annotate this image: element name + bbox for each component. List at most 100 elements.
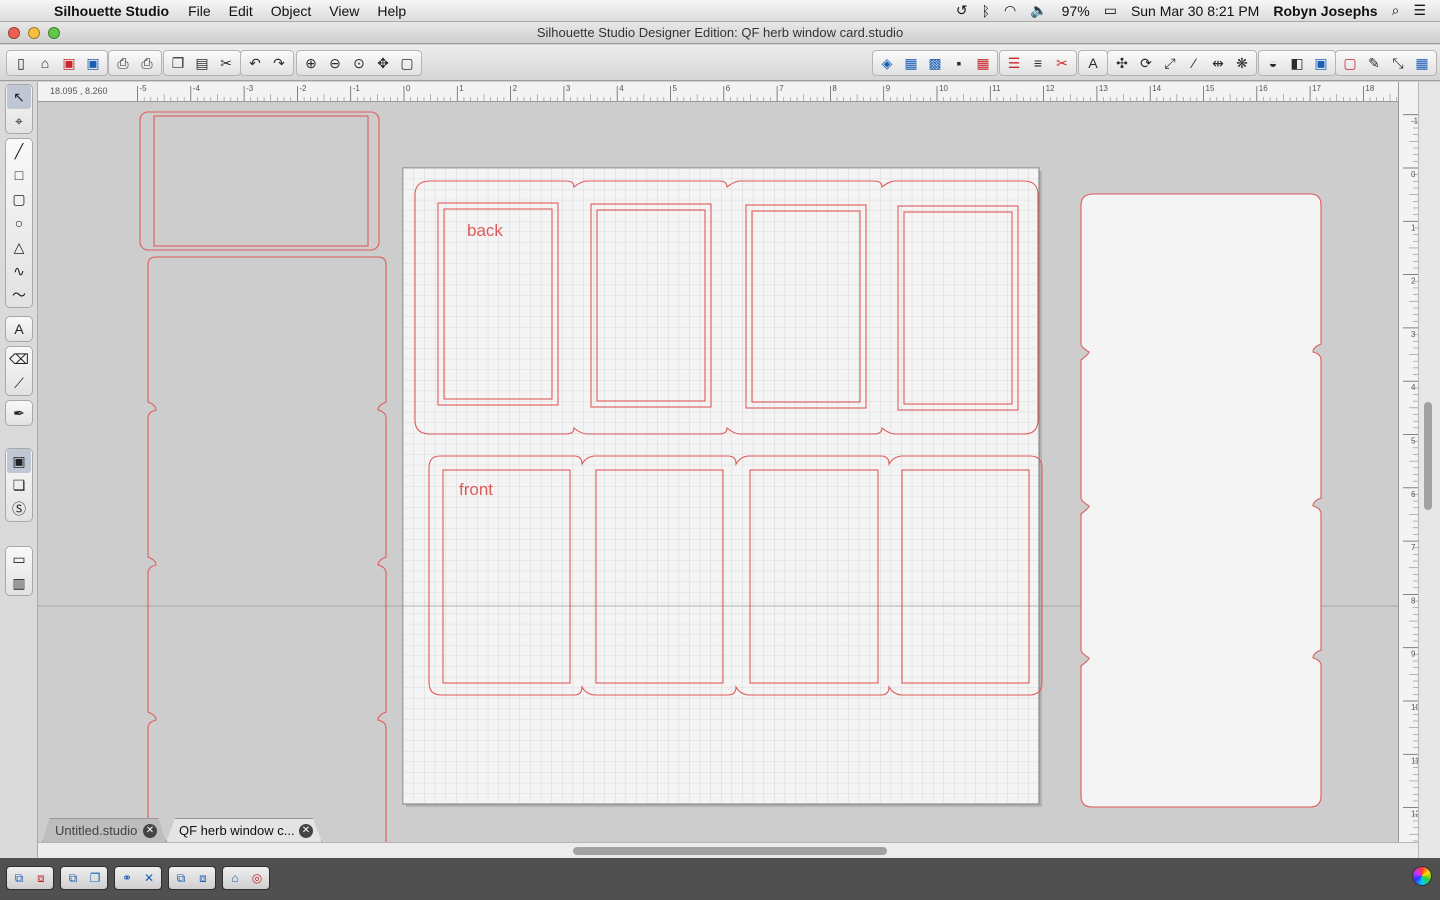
select-arrow-icon[interactable]: ↖ [7,85,31,109]
zoom-out-icon[interactable]: ⊖ [324,52,346,74]
sketch-icon[interactable]: ✎ [1363,52,1385,74]
close-tab-icon[interactable]: ✕ [299,823,313,838]
user-name[interactable]: Robyn Josephs [1273,3,1377,19]
fill-pattern-icon[interactable]: ▩ [924,52,946,74]
bluetooth-icon[interactable]: ᛒ [982,3,990,19]
make-compound-path-icon[interactable]: ⧉ [63,868,83,888]
zoom-in-icon[interactable]: ⊕ [300,52,322,74]
rounded-rectangle-tool-icon[interactable]: ▢ [7,187,31,211]
top-ruler[interactable]: -5 -4 -3 -2 -1 0 1 2 3 4 5 6 7 8 9 10 11 12 13 14 15 16 17 18 [38,82,1398,102]
paste-icon[interactable]: ▤ [191,52,213,74]
horizontal-scroll-thumb[interactable] [573,847,887,855]
tab-untitled[interactable]: Untitled.studio ✕ [42,818,166,842]
shear-icon[interactable]: ⁄ [1183,52,1205,74]
image-icon[interactable]: ▪ [948,52,970,74]
edit-points-icon[interactable]: ⌖ [7,109,31,133]
delete-icon[interactable]: ✕ [139,868,159,888]
menu-file[interactable]: File [179,3,220,19]
scale-icon[interactable]: ⤢ [1159,52,1181,74]
release-compound-path-icon[interactable]: ❐ [85,868,105,888]
line-style-icon[interactable]: ☰ [1003,52,1025,74]
online-store-icon[interactable]: Ⓢ [7,497,31,521]
vertical-scrollbar[interactable] [1418,82,1440,858]
align-icon[interactable]: ✣ [1111,52,1133,74]
volume-icon[interactable]: 🔈 [1030,2,1047,19]
bring-to-front-icon[interactable]: ⧉ [171,868,191,888]
send-to-silhouette-icon[interactable]: ⌂ [225,868,245,888]
print-to-cutter-icon[interactable]: ⎙ [136,52,158,74]
cut-style-icon[interactable]: ✂ [1051,52,1073,74]
offset-icon[interactable]: ◧ [1286,52,1308,74]
fit-to-page-icon[interactable]: ▢ [396,52,418,74]
right-card-parts[interactable] [1080,193,1322,808]
clock[interactable]: Sun Mar 30 8:21 PM [1131,3,1259,19]
polygon-tool-icon[interactable]: △ [7,235,31,259]
save-icon[interactable]: ▣ [58,52,80,74]
mirror-icon[interactable]: ⇹ [1207,52,1229,74]
eyedropper-tool-icon[interactable]: ✒ [7,401,31,425]
menu-help[interactable]: Help [368,3,415,19]
grid-icon[interactable]: ▦ [1411,52,1433,74]
wifi-icon[interactable]: ◠ [1004,2,1016,19]
line-thickness-icon[interactable]: ≡ [1027,52,1049,74]
group-icon[interactable]: ⧉ [9,868,29,888]
left-top-frame-outer[interactable] [139,111,380,251]
save-to-library-icon[interactable]: ▣ [82,52,104,74]
rectangle-tool-icon[interactable]: □ [7,163,31,187]
rotate-icon[interactable]: ⟳ [1135,52,1157,74]
trace-icon[interactable]: ▣ [1310,52,1332,74]
left-card-parts[interactable] [139,111,387,842]
redo-icon[interactable]: ↷ [268,52,290,74]
zoom-selected-icon[interactable]: ⊙ [348,52,370,74]
time-machine-icon[interactable]: ↺ [956,2,968,19]
battery-percent[interactable]: 97% [1062,3,1090,19]
right-card-outline[interactable] [1080,193,1322,808]
color-wheel-icon[interactable] [1412,866,1432,886]
ellipse-tool-icon[interactable]: ○ [7,211,31,235]
canvas-artwork[interactable]: back front [38,102,1398,842]
design-view-icon[interactable]: ▣ [7,449,31,473]
copy-icon[interactable]: ❐ [167,52,189,74]
new-document-icon[interactable]: ▯ [10,52,32,74]
front-label[interactable]: front [459,480,493,499]
side-ruler[interactable]: -10123456789101112 [1398,82,1418,842]
open-folder-icon[interactable]: ⌂ [34,52,56,74]
left-panel-outline[interactable] [147,256,387,842]
library-icon[interactable]: ❏ [7,473,31,497]
page-setup-icon[interactable]: ▢ [1339,52,1361,74]
design-canvas[interactable]: back front [38,102,1398,842]
vertical-scroll-thumb[interactable] [1424,402,1432,510]
send-to-back-icon[interactable]: ⧈ [193,868,213,888]
tab-qf-herb-window-card[interactable]: QF herb window c... ✕ [166,818,322,842]
knife-tool-icon[interactable]: ⟋ [7,371,31,395]
line-color-icon[interactable]: ▦ [972,52,994,74]
menu-edit[interactable]: Edit [220,3,262,19]
spotlight-search-icon[interactable]: ⌕ [1392,2,1400,19]
app-menu[interactable]: Silhouette Studio [50,3,179,19]
freehand-tool-icon[interactable]: 〜 [7,283,31,307]
fill-gradient-icon[interactable]: ▦ [900,52,922,74]
split-pane-icon[interactable]: ▥ [7,571,31,595]
cut-settings-icon[interactable]: ◎ [247,868,267,888]
ungroup-icon[interactable]: ⧈ [31,868,51,888]
close-tab-icon[interactable]: ✕ [143,823,157,838]
cut-icon[interactable]: ✂ [215,52,237,74]
fullscreen-icon[interactable]: ⤡ [1387,52,1409,74]
curve-tool-icon[interactable]: ∿ [7,259,31,283]
single-pane-icon[interactable]: ▭ [7,547,31,571]
weld-icon[interactable]: ⚭ [117,868,137,888]
horizontal-scrollbar[interactable] [38,842,1418,858]
undo-icon[interactable]: ↶ [244,52,266,74]
left-top-frame-inner[interactable] [153,115,369,247]
text-style-icon[interactable]: A [1082,52,1104,74]
eraser-tool-icon[interactable]: ⌫ [7,347,31,371]
modify-icon[interactable]: ◒ [1262,52,1284,74]
menu-object[interactable]: Object [262,3,320,19]
fill-color-icon[interactable]: ◈ [876,52,898,74]
print-icon[interactable]: ⎙ [112,52,134,74]
text-tool-icon[interactable]: A [7,317,31,341]
line-tool-icon[interactable]: ╱ [7,139,31,163]
replicate-icon[interactable]: ❋ [1231,52,1253,74]
menu-view[interactable]: View [320,3,368,19]
pan-icon[interactable]: ✥ [372,52,394,74]
